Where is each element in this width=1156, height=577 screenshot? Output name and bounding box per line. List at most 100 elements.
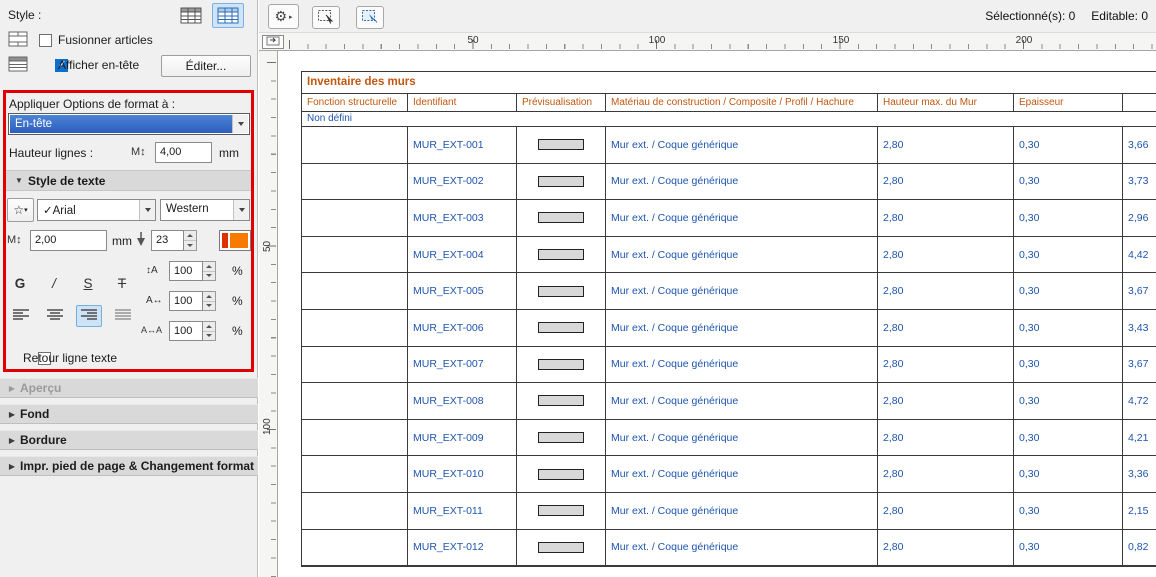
- ruler-origin-button[interactable]: [262, 35, 284, 49]
- cell-thickness[interactable]: 0,30: [1014, 492, 1123, 529]
- cell-structural-function[interactable]: [302, 346, 408, 383]
- cell-material[interactable]: Mur ext. / Coque générique: [606, 236, 878, 273]
- select-in-model-button[interactable]: [312, 6, 340, 29]
- section-apercu[interactable]: ▶ Aperçu: [0, 378, 258, 398]
- cell-thickness[interactable]: 0,30: [1014, 456, 1123, 492]
- table-row[interactable]: MUR_EXT-002 Mur ext. / Coque générique 2,8…: [302, 163, 1156, 201]
- section-fond[interactable]: ▶ Fond: [0, 404, 258, 424]
- cell-structural-function[interactable]: [302, 127, 408, 163]
- cell-identifier[interactable]: MUR_EXT-006: [408, 309, 517, 346]
- pen-number-stepper[interactable]: [184, 230, 197, 251]
- cell-max-height[interactable]: 2,80: [878, 309, 1014, 346]
- cell-max-height[interactable]: 2,80: [878, 346, 1014, 383]
- cell-preview[interactable]: [517, 309, 606, 346]
- character-spacing-field[interactable]: 100: [169, 321, 216, 341]
- table-header-row[interactable]: Fonction structurelle Identifiant Prévis…: [302, 94, 1156, 112]
- table-title[interactable]: Inventaire des murs: [302, 72, 1156, 94]
- table-row[interactable]: MUR_EXT-008 Mur ext. / Coque générique 2,8…: [302, 383, 1156, 420]
- cell-thickness[interactable]: 0,30: [1014, 309, 1123, 346]
- column-header[interactable]: Prévisualisation: [517, 94, 606, 111]
- cell-value[interactable]: 0,82: [1123, 530, 1156, 566]
- cell-material[interactable]: Mur ext. / Coque générique: [606, 492, 878, 529]
- cell-value[interactable]: 3,36: [1123, 456, 1156, 492]
- cell-material[interactable]: Mur ext. / Coque générique: [606, 383, 878, 419]
- cell-identifier[interactable]: MUR_EXT-012: [408, 529, 517, 566]
- table-view-button[interactable]: [177, 3, 205, 28]
- cell-thickness[interactable]: 0,30: [1014, 419, 1123, 456]
- cell-identifier[interactable]: MUR_EXT-003: [408, 200, 517, 236]
- cell-preview[interactable]: [517, 492, 606, 529]
- width-factor-stepper[interactable]: [203, 291, 216, 311]
- section-footer-format[interactable]: ▶ Impr. pied de page & Changement format: [0, 456, 258, 476]
- cell-identifier[interactable]: MUR_EXT-009: [408, 419, 517, 456]
- cell-value[interactable]: 3,43: [1123, 310, 1156, 346]
- width-factor-field[interactable]: 100: [169, 291, 216, 311]
- cell-identifier[interactable]: MUR_EXT-008: [408, 383, 517, 419]
- cell-structural-function[interactable]: [302, 273, 408, 309]
- cell-thickness[interactable]: 0,30: [1014, 200, 1123, 236]
- character-spacing-input[interactable]: 100: [169, 321, 203, 341]
- column-header[interactable]: Fonction structurelle: [302, 94, 408, 111]
- pen-color-swatch-button[interactable]: [219, 230, 251, 251]
- cell-thickness[interactable]: 0,30: [1014, 529, 1123, 566]
- table-row[interactable]: MUR_EXT-007 Mur ext. / Coque générique 2,8…: [302, 346, 1156, 384]
- font-family-dropdown[interactable]: ✓Arial: [37, 199, 156, 221]
- cell-identifier[interactable]: MUR_EXT-010: [408, 456, 517, 492]
- width-factor-input[interactable]: 100: [169, 291, 203, 311]
- cell-material[interactable]: Mur ext. / Coque générique: [606, 419, 878, 456]
- underline-button[interactable]: S: [74, 271, 102, 296]
- cell-max-height[interactable]: 2,80: [878, 456, 1014, 492]
- cell-preview[interactable]: [517, 419, 606, 456]
- row-height-input[interactable]: 4,00: [155, 142, 212, 163]
- table-row[interactable]: MUR_EXT-010 Mur ext. / Coque générique 2,8…: [302, 456, 1156, 493]
- table-row[interactable]: MUR_EXT-005 Mur ext. / Coque générique 2,8…: [302, 273, 1156, 310]
- table-row[interactable]: MUR_EXT-003 Mur ext. / Coque générique 2,8…: [302, 200, 1156, 237]
- cell-identifier[interactable]: MUR_EXT-002: [408, 163, 517, 200]
- text-style-section-header[interactable]: ▼ Style de texte: [5, 170, 252, 191]
- encoding-dropdown[interactable]: Western: [160, 199, 250, 221]
- line-spacing-stepper[interactable]: [203, 261, 216, 281]
- cell-thickness[interactable]: 0,30: [1014, 163, 1123, 200]
- cell-max-height[interactable]: 2,80: [878, 127, 1014, 163]
- cell-identifier[interactable]: MUR_EXT-004: [408, 236, 517, 273]
- group-row[interactable]: Non défini: [302, 112, 1156, 127]
- cell-preview[interactable]: [517, 127, 606, 163]
- cell-thickness[interactable]: 0,30: [1014, 273, 1123, 309]
- apply-format-dropdown[interactable]: En-tête: [8, 113, 250, 135]
- cell-value[interactable]: 3,73: [1123, 164, 1156, 200]
- cell-material[interactable]: Mur ext. / Coque générique: [606, 456, 878, 492]
- cell-value[interactable]: 4,21: [1123, 420, 1156, 456]
- cell-max-height[interactable]: 2,80: [878, 273, 1014, 309]
- italic-button[interactable]: /: [40, 271, 68, 296]
- cell-preview[interactable]: [517, 236, 606, 273]
- cell-max-height[interactable]: 2,80: [878, 419, 1014, 456]
- highlight-selection-button[interactable]: [356, 6, 384, 29]
- cell-value[interactable]: 2,96: [1123, 200, 1156, 236]
- cell-value[interactable]: 3,66: [1123, 127, 1156, 163]
- align-justify-button[interactable]: [110, 305, 136, 327]
- cell-structural-function[interactable]: [302, 383, 408, 419]
- table-view-button-selected[interactable]: [212, 3, 244, 28]
- column-header[interactable]: Hauteur max. du Mur: [878, 94, 1014, 111]
- table-row[interactable]: MUR_EXT-012 Mur ext. / Coque générique 2,8…: [302, 529, 1156, 567]
- table-row[interactable]: MUR_EXT-009 Mur ext. / Coque générique 2,8…: [302, 419, 1156, 457]
- pen-number-input[interactable]: 23: [151, 230, 184, 251]
- cell-max-height[interactable]: 2,80: [878, 529, 1014, 566]
- cell-material[interactable]: Mur ext. / Coque générique: [606, 273, 878, 309]
- cell-preview[interactable]: [517, 456, 606, 492]
- edit-header-button[interactable]: Éditer...: [161, 55, 251, 77]
- strikethrough-button[interactable]: T: [108, 271, 136, 296]
- column-header[interactable]: Matériau de construction / Composite / P…: [606, 94, 878, 111]
- settings-gear-button[interactable]: ⚙ ▸: [268, 4, 299, 29]
- cell-structural-function[interactable]: [302, 419, 408, 456]
- align-center-button[interactable]: [42, 305, 68, 327]
- cell-preview[interactable]: [517, 200, 606, 236]
- cell-material[interactable]: Mur ext. / Coque générique: [606, 163, 878, 200]
- table-row[interactable]: MUR_EXT-011 Mur ext. / Coque générique 2,8…: [302, 492, 1156, 530]
- cell-preview[interactable]: [517, 529, 606, 566]
- line-spacing-input[interactable]: 100: [169, 261, 203, 281]
- cell-identifier[interactable]: MUR_EXT-001: [408, 127, 517, 163]
- cell-structural-function[interactable]: [302, 309, 408, 346]
- merge-items-checkbox[interactable]: [39, 34, 52, 47]
- font-size-input[interactable]: 2,00: [30, 230, 107, 251]
